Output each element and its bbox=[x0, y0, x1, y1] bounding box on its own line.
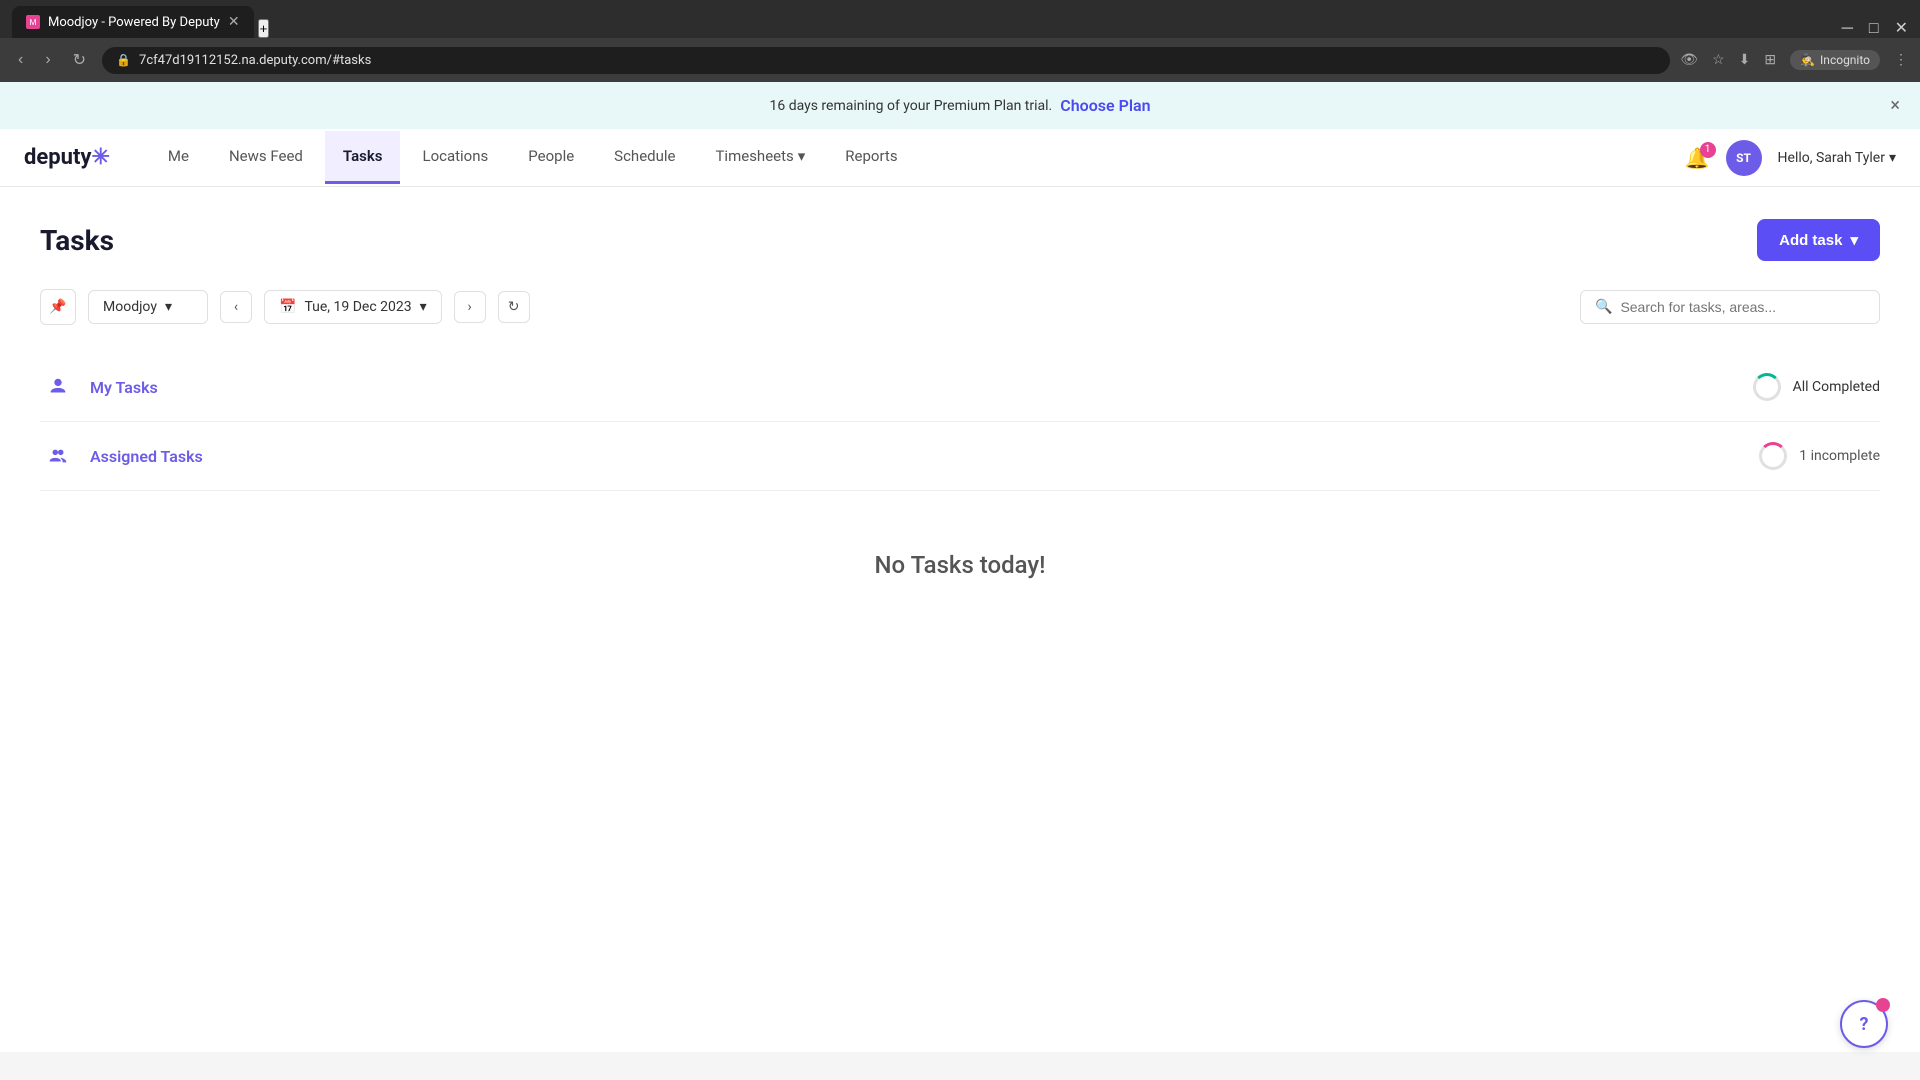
nav-right: 🔔 1 ST Hello, Sarah Tyler ▾ bbox=[1685, 140, 1896, 176]
incognito-label: Incognito bbox=[1820, 53, 1870, 67]
browser-tab-bar: M Moodjoy - Powered By Deputy ✕ + ─ □ ✕ bbox=[0, 0, 1920, 38]
location-dropdown-icon: ▾ bbox=[165, 299, 172, 315]
pin-button[interactable]: 📌 bbox=[40, 289, 76, 325]
task-toolbar: 📌 Moodjoy ▾ ‹ 📅 Tue, 19 Dec 2023 ▾ › ↻ 🔍 bbox=[40, 289, 1880, 325]
nav-item-reports[interactable]: Reports bbox=[827, 131, 915, 184]
browser-chrome: M Moodjoy - Powered By Deputy ✕ + ─ □ ✕ … bbox=[0, 0, 1920, 82]
maximize-button[interactable]: □ bbox=[1869, 18, 1879, 38]
search-icon: 🔍 bbox=[1595, 299, 1612, 315]
add-task-label: Add task bbox=[1779, 232, 1842, 249]
help-icon: ? bbox=[1860, 1014, 1869, 1035]
pin-icon: 📌 bbox=[49, 299, 66, 315]
menu-button[interactable]: ⋮ bbox=[1894, 52, 1908, 68]
page-title: Tasks bbox=[40, 224, 114, 257]
help-badge bbox=[1876, 998, 1890, 1012]
date-dropdown-icon: ▾ bbox=[420, 299, 427, 315]
assigned-tasks-status-text: 1 incomplete bbox=[1799, 448, 1880, 464]
back-button[interactable]: ‹ bbox=[12, 47, 29, 73]
tab-favicon: M bbox=[26, 15, 40, 29]
prev-icon: ‹ bbox=[234, 299, 238, 315]
assigned-tasks-title[interactable]: Assigned Tasks bbox=[90, 447, 203, 466]
logo[interactable]: deputy✳ bbox=[24, 129, 110, 186]
assigned-tasks-icon bbox=[40, 438, 76, 474]
next-icon: › bbox=[468, 299, 472, 315]
date-label: Tue, 19 Dec 2023 bbox=[304, 299, 411, 315]
assigned-tasks-status-icon bbox=[1759, 442, 1787, 470]
notification-bell[interactable]: 🔔 1 bbox=[1685, 146, 1710, 170]
tab-close-button[interactable]: ✕ bbox=[228, 14, 240, 30]
trial-banner-text: 16 days remaining of your Premium Plan t… bbox=[769, 98, 1052, 114]
nav-item-schedule[interactable]: Schedule bbox=[596, 131, 693, 184]
nav-items: Me News Feed Tasks Locations People Sche… bbox=[150, 131, 1685, 184]
content-area: Tasks Add task ▾ 📌 Moodjoy ▾ ‹ 📅 Tue, 19… bbox=[0, 187, 1920, 671]
incognito-badge: 🕵 Incognito bbox=[1790, 50, 1880, 70]
logo-text: deputy✳ bbox=[24, 145, 110, 170]
my-tasks-status: All Completed bbox=[1753, 373, 1880, 401]
app-container: 16 days remaining of your Premium Plan t… bbox=[0, 82, 1920, 1052]
help-button[interactable]: ? bbox=[1840, 1000, 1888, 1048]
my-tasks-status-icon bbox=[1753, 373, 1781, 401]
address-bar-row: ‹ › ↻ 🔒 7cf47d19112152.na.deputy.com/#ta… bbox=[0, 38, 1920, 82]
timesheets-dropdown-icon: ▾ bbox=[798, 147, 806, 165]
greeting-dropdown-icon: ▾ bbox=[1889, 150, 1896, 166]
browser-icons: 👁 ☆ ⬇ ⊞ 🕵 Incognito ⋮ bbox=[1680, 50, 1908, 70]
browser-tab[interactable]: M Moodjoy - Powered By Deputy ✕ bbox=[12, 6, 254, 38]
prev-date-button[interactable]: ‹ bbox=[220, 291, 252, 323]
task-sections-list: My Tasks All Completed Assigned Tasks 1 inc… bbox=[40, 353, 1880, 491]
calendar-icon: 📅 bbox=[279, 299, 296, 315]
banner-close-button[interactable]: × bbox=[1890, 95, 1900, 116]
search-box: 🔍 bbox=[1580, 290, 1880, 324]
incognito-icon: 🕵 bbox=[1800, 53, 1815, 67]
layout-icon[interactable]: ⊞ bbox=[1764, 52, 1776, 68]
location-selector[interactable]: Moodjoy ▾ bbox=[88, 290, 208, 324]
star-icon[interactable]: ☆ bbox=[1712, 52, 1725, 68]
my-tasks-icon bbox=[40, 369, 76, 405]
nav-item-news-feed[interactable]: News Feed bbox=[211, 131, 321, 184]
date-selector[interactable]: 📅 Tue, 19 Dec 2023 ▾ bbox=[264, 290, 442, 324]
new-tab-button[interactable]: + bbox=[258, 19, 270, 38]
nav-item-tasks[interactable]: Tasks bbox=[325, 131, 401, 184]
download-icon[interactable]: ⬇ bbox=[1739, 52, 1751, 68]
refresh-icon: ↻ bbox=[508, 299, 520, 315]
lock-icon: 🔒 bbox=[116, 53, 131, 67]
task-section-my-tasks: My Tasks All Completed bbox=[40, 353, 1880, 422]
add-task-dropdown-icon: ▾ bbox=[1850, 231, 1858, 249]
minimize-button[interactable]: ─ bbox=[1842, 18, 1853, 38]
user-greeting[interactable]: Hello, Sarah Tyler ▾ bbox=[1778, 150, 1896, 166]
main-nav: deputy✳ Me News Feed Tasks Locations Peo… bbox=[0, 129, 1920, 187]
location-label: Moodjoy bbox=[103, 299, 157, 315]
assigned-tasks-status: 1 incomplete bbox=[1759, 442, 1880, 470]
my-tasks-title[interactable]: My Tasks bbox=[90, 378, 158, 397]
refresh-tasks-button[interactable]: ↻ bbox=[498, 291, 530, 323]
eye-off-icon: 👁 bbox=[1680, 52, 1698, 68]
address-bar[interactable]: 🔒 7cf47d19112152.na.deputy.com/#tasks bbox=[102, 47, 1670, 74]
my-tasks-status-text: All Completed bbox=[1793, 379, 1880, 395]
nav-item-people[interactable]: People bbox=[510, 131, 592, 184]
notification-badge: 1 bbox=[1700, 142, 1716, 158]
avatar[interactable]: ST bbox=[1726, 140, 1762, 176]
window-controls: ─ □ ✕ bbox=[1842, 18, 1908, 38]
add-task-button[interactable]: Add task ▾ bbox=[1757, 219, 1880, 261]
empty-state-text: No Tasks today! bbox=[40, 551, 1880, 579]
nav-item-locations[interactable]: Locations bbox=[404, 131, 506, 184]
close-window-button[interactable]: ✕ bbox=[1895, 18, 1908, 38]
next-date-button[interactable]: › bbox=[454, 291, 486, 323]
url-text: 7cf47d19112152.na.deputy.com/#tasks bbox=[139, 53, 1656, 68]
greeting-text: Hello, Sarah Tyler bbox=[1778, 150, 1885, 166]
refresh-button[interactable]: ↻ bbox=[67, 46, 92, 74]
empty-state: No Tasks today! bbox=[40, 491, 1880, 639]
forward-button[interactable]: › bbox=[39, 47, 56, 73]
page-header: Tasks Add task ▾ bbox=[40, 219, 1880, 261]
nav-item-timesheets[interactable]: Timesheets ▾ bbox=[697, 131, 823, 184]
choose-plan-link[interactable]: Choose Plan bbox=[1060, 96, 1150, 115]
search-input[interactable] bbox=[1620, 299, 1865, 315]
task-section-assigned-tasks: Assigned Tasks 1 incomplete bbox=[40, 422, 1880, 491]
nav-item-me[interactable]: Me bbox=[150, 131, 207, 184]
trial-banner: 16 days remaining of your Premium Plan t… bbox=[0, 82, 1920, 129]
tab-title: Moodjoy - Powered By Deputy bbox=[48, 15, 220, 30]
